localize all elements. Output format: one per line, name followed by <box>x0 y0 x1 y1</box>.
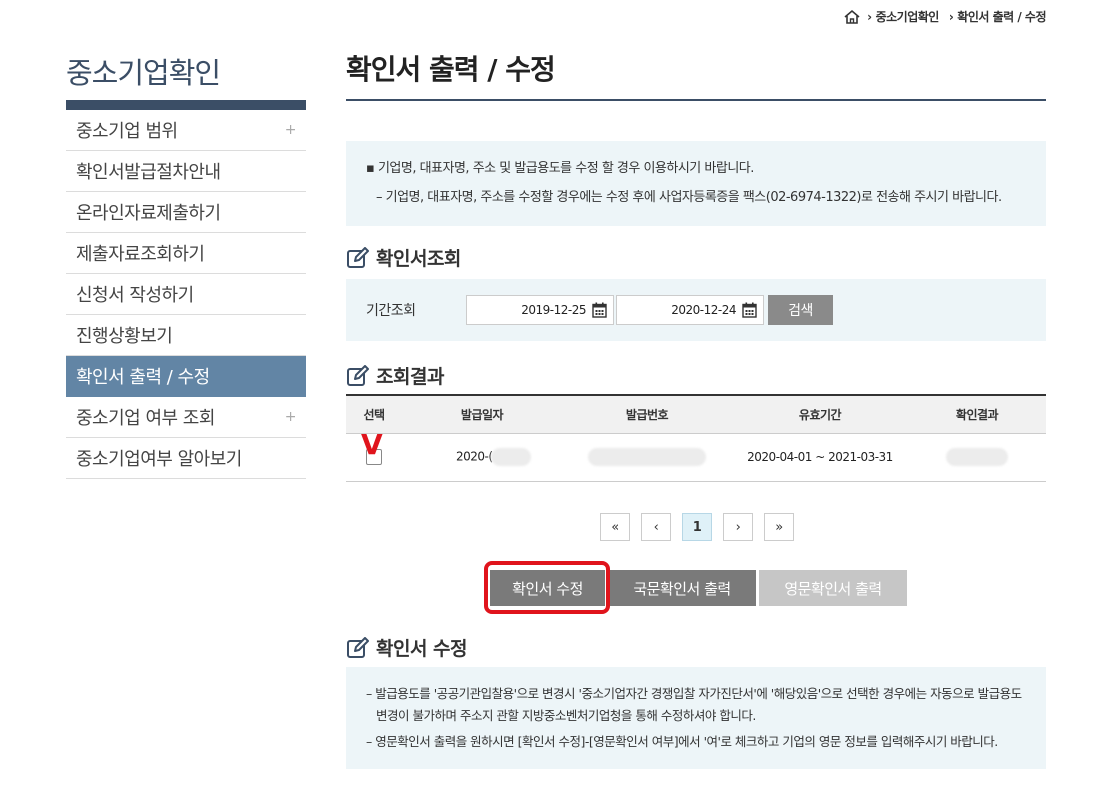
column-header: 유효기간 <box>798 407 842 422</box>
end-date-value: 2020-12-24 <box>671 303 736 317</box>
edit-icon <box>347 364 369 386</box>
sidebar-item-submission-lookup[interactable]: 제출자료조회하기 <box>66 233 306 274</box>
print-english-button[interactable]: 영문확인서 출력 <box>759 570 907 606</box>
breadcrumb: › 중소기업확인 › 확인서 출력 / 수정 <box>843 8 1046 25</box>
plus-icon[interactable]: + <box>285 409 297 425</box>
column-header: 확인결과 <box>955 407 999 422</box>
sidebar-item-label: 진행상황보기 <box>76 326 173 347</box>
redacted-blur <box>490 448 531 466</box>
guide-line: – 영문확인서 출력을 원하시면 [확인서 수정]-[영문확인서 여부]에서 '… <box>366 734 998 749</box>
sidebar-item-sme-scope[interactable]: 중소기업 범위 + <box>66 110 306 151</box>
sidebar-divider <box>66 100 306 110</box>
results-section-heading: 조회결과 <box>346 362 444 389</box>
sidebar-menu: 중소기업 범위 + 확인서발급절차안내 온라인자료제출하기 제출자료조회하기 신청… <box>66 110 306 479</box>
redacted-blur <box>946 448 1008 466</box>
section-title: 조회결과 <box>376 366 444 388</box>
print-korean-button[interactable]: 국문확인서 출력 <box>608 570 756 606</box>
pagination: « ‹ 1 › » <box>600 513 805 541</box>
sidebar-item-label: 신청서 작성하기 <box>76 285 194 306</box>
sidebar-item-label: 제출자료조회하기 <box>76 244 205 265</box>
sidebar-item-label: 확인서발급절차안내 <box>76 162 221 183</box>
sidebar-item-label: 확인서 출력 / 수정 <box>76 367 210 388</box>
issue-date-cell: 2020-( <box>402 433 562 481</box>
page-title: 확인서 출력 / 수정 <box>346 53 556 86</box>
results-table: 선택 발급일자 발급번호 유효기간 확인결과 2020-( 2020-04-01… <box>346 394 1046 482</box>
edit-icon <box>347 246 369 268</box>
section-title: 확인서 수정 <box>376 638 468 660</box>
issue-number-cell <box>562 433 732 481</box>
search-section-heading: 확인서조회 <box>346 244 461 271</box>
breadcrumb-item[interactable]: 중소기업확인 <box>876 8 940 25</box>
issue-date-value: 2020-( <box>456 449 493 464</box>
sidebar-item-label: 중소기업 범위 <box>76 121 178 142</box>
period-label: 기간조회 <box>366 303 416 319</box>
sidebar-item-label: 중소기업 여부 조회 <box>76 408 215 429</box>
section-title: 확인서조회 <box>376 248 461 270</box>
table-header-row: 선택 발급일자 발급번호 유효기간 확인결과 <box>346 395 1046 433</box>
edit-icon <box>347 636 369 658</box>
sidebar-item-label: 중소기업여부 알아보기 <box>76 449 242 470</box>
valid-period-cell: 2020-04-01 ~ 2021-03-31 <box>747 450 893 464</box>
redacted-blur <box>588 448 706 466</box>
sidebar-item-issue-guide[interactable]: 확인서발급절차안내 <box>66 151 306 192</box>
notice-line: – 기업명, 대표자명, 주소를 수정할 경우에는 수정 후에 사업자등록증을 … <box>376 190 1002 205</box>
column-header: 발급일자 <box>460 407 504 422</box>
action-buttons: 확인서 수정 국문확인서 출력 영문확인서 출력 <box>490 570 907 606</box>
sidebar-title: 중소기업확인 <box>66 56 221 90</box>
home-icon[interactable] <box>843 9 861 25</box>
sidebar-item-progress[interactable]: 진행상황보기 <box>66 315 306 356</box>
start-date-field[interactable]: 2019-12-25 <box>466 295 614 325</box>
sidebar-item-write-application[interactable]: 신청서 작성하기 <box>66 274 306 315</box>
result-cell <box>908 433 1046 481</box>
chevron-right-icon: › <box>867 9 872 24</box>
breadcrumb-item[interactable]: 확인서 출력 / 수정 <box>957 8 1046 25</box>
notice-line: ▪ 기업명, 대표자명, 주소 및 발급용도를 수정 할 경우 이용하시기 바랍… <box>366 161 754 176</box>
column-header: 발급번호 <box>625 407 669 422</box>
edit-guide-box: – 발급용도를 '공공기관입찰용'으로 변경시 '중소기업자간 경쟁입찰 자가진… <box>346 667 1046 769</box>
sidebar-item-print-edit[interactable]: 확인서 출력 / 수정 <box>66 356 306 397</box>
title-divider <box>346 99 1046 101</box>
guide-line: – 발급용도를 '공공기관입찰용'으로 변경시 '중소기업자간 경쟁입찰 자가진… <box>366 686 1022 723</box>
search-panel: 기간조회 2019-12-25 2020-12-24 검색 <box>346 279 1046 341</box>
calendar-icon[interactable] <box>742 302 757 318</box>
prev-page-button[interactable]: ‹ <box>641 513 671 541</box>
edit-certificate-button[interactable]: 확인서 수정 <box>490 570 605 606</box>
end-date-field[interactable]: 2020-12-24 <box>616 295 764 325</box>
chevron-right-icon: › <box>948 9 954 24</box>
notice-box: ▪ 기업명, 대표자명, 주소 및 발급용도를 수정 할 경우 이용하시기 바랍… <box>346 141 1046 226</box>
last-page-button[interactable]: » <box>764 513 794 541</box>
next-page-button[interactable]: › <box>723 513 753 541</box>
first-page-button[interactable]: « <box>600 513 630 541</box>
sidebar-item-label: 온라인자료제출하기 <box>76 203 221 224</box>
edit-section-heading: 확인서 수정 <box>346 634 468 661</box>
search-button[interactable]: 검색 <box>768 295 833 325</box>
start-date-value: 2019-12-25 <box>521 303 586 317</box>
table-row[interactable]: 2020-( 2020-04-01 ~ 2021-03-31 <box>346 433 1046 481</box>
sidebar-item-sme-check[interactable]: 중소기업여부 알아보기 <box>66 438 306 479</box>
sidebar-item-online-submit[interactable]: 온라인자료제출하기 <box>66 192 306 233</box>
annotation-check-mark: V <box>361 428 383 461</box>
sidebar-item-sme-status-lookup[interactable]: 중소기업 여부 조회 + <box>66 397 306 438</box>
plus-icon[interactable]: + <box>285 122 297 138</box>
calendar-icon[interactable] <box>592 302 607 318</box>
page-number-button[interactable]: 1 <box>682 513 712 541</box>
